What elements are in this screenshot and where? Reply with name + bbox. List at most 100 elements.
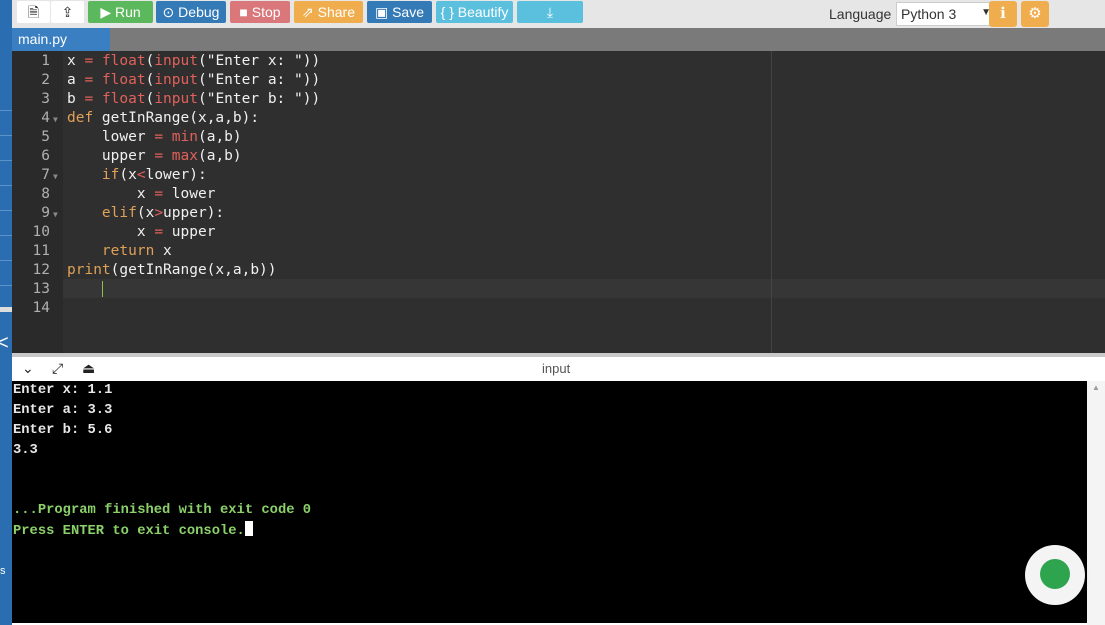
- code-token: input: [154, 91, 198, 107]
- fold-arrow-icon[interactable]: ▼: [53, 172, 58, 181]
- print-margin: [771, 51, 772, 353]
- code-token: upper):: [163, 205, 225, 221]
- code-line: x = lower: [67, 185, 216, 204]
- code-token: a: [67, 72, 85, 88]
- console-scrollbar[interactable]: ▲: [1087, 381, 1105, 625]
- code-line: if(x<lower):: [67, 166, 207, 185]
- console-output[interactable]: Enter x: 1.1 Enter a: 3.3 Enter b: 5.6 3.3.…: [12, 381, 1087, 623]
- save-icon: ▣: [374, 4, 393, 20]
- code-line: upper = max(a,b): [67, 147, 242, 166]
- debug-button[interactable]: ⊙ Debug: [156, 1, 226, 23]
- info-button[interactable]: ℹ: [989, 1, 1017, 27]
- run-label: Run: [114, 4, 141, 20]
- code-line: x = float(input("Enter x: ")): [67, 52, 320, 71]
- run-button[interactable]: ▶ Run: [88, 1, 153, 23]
- beautify-button[interactable]: { } Beautify: [436, 1, 513, 23]
- collapse-icon[interactable]: <: [0, 332, 9, 355]
- stop-button[interactable]: ■ Stop: [230, 1, 290, 23]
- save-button[interactable]: ▣ Save: [367, 1, 432, 23]
- code-line: a = float(input("Enter a: ")): [67, 71, 320, 90]
- line-number: 14: [32, 300, 50, 316]
- fold-arrow-icon[interactable]: ▼: [53, 210, 58, 219]
- code-token: print: [67, 262, 111, 278]
- save-label: Save: [392, 4, 425, 20]
- left-sidebar: < s: [0, 0, 12, 625]
- line-gutter: 1 2 3 4 ▼ 5 6 7 ▼ 8 9 ▼ 10 11 12 13 14: [12, 51, 63, 353]
- debug-label: Debug: [178, 4, 220, 20]
- line-number: 6: [41, 148, 50, 164]
- language-value: Python 3: [901, 6, 957, 22]
- new-file-button[interactable]: 🗎: [17, 1, 50, 23]
- line-number: 9: [41, 205, 50, 221]
- code-token: lower):: [145, 167, 207, 183]
- code-token: input: [154, 72, 198, 88]
- line-number: 11: [32, 243, 50, 259]
- code-token: (a,b): [197, 148, 242, 164]
- console-header: ⌄ ⤢ ⏏ input: [12, 357, 1105, 381]
- code-token: input: [154, 53, 198, 69]
- code-token: getInRange(x,a,b):: [93, 110, 260, 126]
- expand-icon[interactable]: ⤢: [52, 360, 63, 377]
- tab-main-py[interactable]: main.py: [12, 28, 110, 51]
- line-number: 3: [41, 91, 50, 107]
- share-button[interactable]: ⇗ Share: [294, 1, 363, 23]
- line-number: 2: [41, 72, 50, 88]
- stop-label: Stop: [251, 4, 281, 20]
- console-text: 3.3: [13, 443, 38, 458]
- code-token: (getInRange(x,a,b)): [110, 262, 277, 278]
- share-icon: ⇗: [302, 4, 318, 20]
- code-token: =: [84, 72, 102, 88]
- chat-button[interactable]: [1025, 545, 1085, 605]
- code-token: return: [101, 243, 155, 259]
- code-editor[interactable]: 1 2 3 4 ▼ 5 6 7 ▼ 8 9 ▼ 10 11 12 13 14 x = float(input("…: [12, 51, 1105, 353]
- line-number: 8: [41, 186, 50, 202]
- chevron-down-icon[interactable]: ⌄: [22, 360, 34, 377]
- code-token: (x: [136, 205, 155, 221]
- code-token: lower: [67, 129, 155, 145]
- info-icon: ℹ: [1000, 5, 1006, 22]
- language-select[interactable]: Python 3 ▼: [896, 2, 997, 26]
- code-token: ("Enter x: ")): [197, 53, 321, 69]
- code-token: =: [84, 91, 102, 107]
- code-token: if: [101, 167, 120, 183]
- sidebar-fragment: s: [0, 565, 6, 577]
- scroll-up-icon[interactable]: ▲: [1092, 383, 1100, 392]
- code-line: lower = min(a,b): [67, 128, 242, 147]
- code-token: =: [154, 129, 172, 145]
- cloud-upload-icon: ⇪: [61, 4, 74, 20]
- console-line: ...Program finished with exit code 0: [13, 501, 311, 521]
- code-token: b: [67, 91, 85, 107]
- beautify-label: { } Beautify: [440, 4, 509, 20]
- upload-button[interactable]: ⇪: [51, 1, 84, 23]
- code-token: =: [154, 224, 172, 240]
- input-mode-icon[interactable]: ⏏: [82, 360, 95, 377]
- line-number: 4: [41, 110, 50, 126]
- console-title: input: [542, 361, 571, 376]
- code-line: x = upper: [67, 223, 216, 242]
- code-token: upper: [171, 224, 216, 240]
- code-token: (a,b): [197, 129, 242, 145]
- code-token: x: [67, 53, 85, 69]
- code-token: def: [67, 110, 94, 126]
- gear-icon: ⚙: [1028, 5, 1042, 22]
- code-token: float: [101, 91, 146, 107]
- code-token: x: [154, 243, 172, 259]
- code-token: x: [67, 186, 155, 202]
- code-line: elif(x>upper):: [67, 204, 224, 223]
- console-line: Press ENTER to exit console.: [13, 521, 253, 541]
- line-number: 1: [41, 53, 50, 69]
- console-line: Enter x: 1.1: [13, 381, 112, 401]
- download-button[interactable]: ⤓: [517, 1, 583, 23]
- file-tab-bar: main.py: [12, 28, 1105, 51]
- fold-arrow-icon[interactable]: ▼: [53, 115, 58, 124]
- settings-button[interactable]: ⚙: [1021, 1, 1049, 27]
- console-text: Press ENTER to exit console.: [13, 524, 245, 539]
- code-token: =: [154, 148, 172, 164]
- console-line: 3.3: [13, 441, 38, 461]
- code-line: return x: [67, 242, 172, 261]
- line-number: 5: [41, 129, 50, 145]
- console-cursor: [244, 521, 253, 536]
- console-text: ...Program finished with exit code 0: [13, 503, 312, 518]
